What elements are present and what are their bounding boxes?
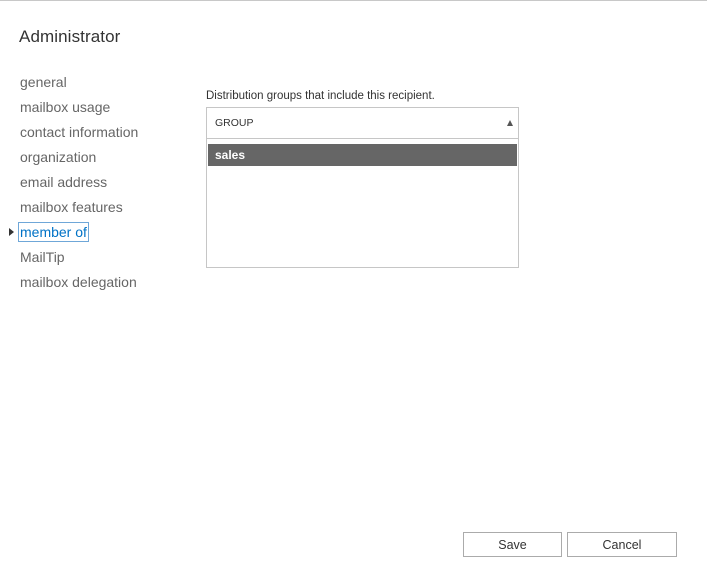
list-body: sales [207, 139, 518, 166]
side-nav: general mailbox usage contact informatio… [0, 70, 170, 295]
nav-item-label: general [20, 74, 67, 90]
group-name: sales [215, 148, 246, 162]
nav-item-label: MailTip [20, 249, 65, 265]
sort-ascending-icon [507, 120, 513, 126]
nav-item-label: mailbox delegation [20, 274, 137, 290]
selected-arrow-icon [9, 228, 14, 236]
save-button[interactable]: Save [463, 532, 562, 557]
nav-item-contact-information[interactable]: contact information [0, 120, 170, 145]
nav-item-mailbox-usage[interactable]: mailbox usage [0, 95, 170, 120]
nav-item-label: email address [20, 174, 108, 190]
nav-item-mailbox-delegation[interactable]: mailbox delegation [0, 270, 170, 295]
member-of-caption: Distribution groups that include this re… [206, 90, 435, 102]
nav-item-mailbox-features[interactable]: mailbox features [0, 195, 170, 220]
nav-item-member-of[interactable]: member of [0, 220, 170, 245]
page-title: Administrator [19, 27, 121, 46]
cancel-button[interactable]: Cancel [567, 532, 677, 557]
nav-item-label: contact information [20, 124, 139, 140]
nav-item-label: organization [20, 149, 97, 165]
nav-item-organization[interactable]: organization [0, 145, 170, 170]
window-top-border [0, 0, 707, 1]
nav-item-mailtip[interactable]: MailTip [0, 245, 170, 270]
nav-item-label: member of [18, 222, 89, 242]
distribution-groups-list[interactable]: GROUP sales [206, 107, 519, 268]
group-column-header-label: GROUP [215, 117, 254, 129]
nav-item-email-address[interactable]: email address [0, 170, 170, 195]
list-row[interactable]: sales [208, 144, 517, 166]
nav-item-label: mailbox features [20, 199, 123, 215]
group-column-header[interactable]: GROUP [207, 108, 518, 139]
nav-item-general[interactable]: general [0, 70, 170, 95]
nav-item-label: mailbox usage [20, 99, 111, 115]
